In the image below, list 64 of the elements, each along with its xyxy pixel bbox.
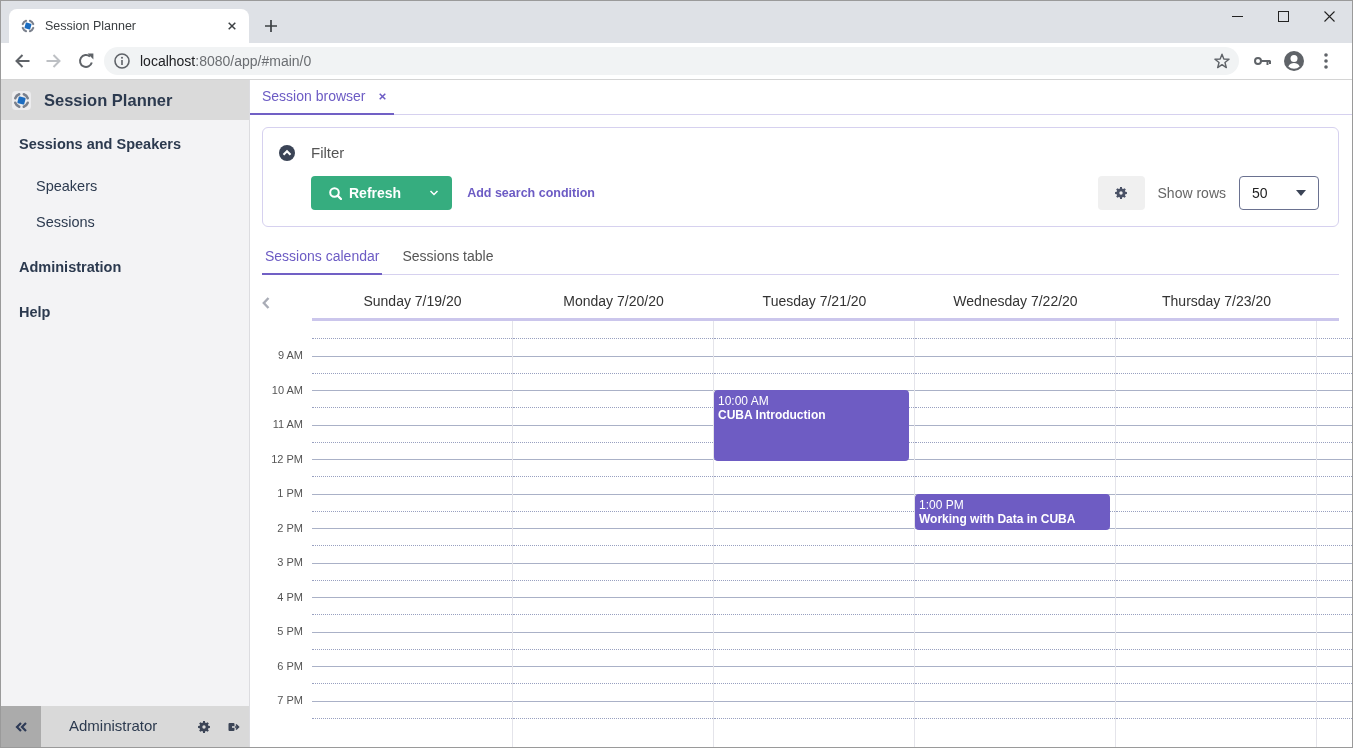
maximize-icon[interactable] — [1277, 10, 1289, 22]
settings-button[interactable] — [1097, 176, 1145, 210]
close-icon[interactable] — [1323, 10, 1335, 22]
event-time: 1:00 PM — [919, 497, 965, 512]
hour-label: 11 AM — [272, 417, 303, 433]
chevron-circle-icon[interactable] — [279, 145, 295, 161]
arrow-left-icon[interactable] — [14, 54, 30, 68]
app-title: Session Planner — [44, 89, 173, 111]
user-name: Administrator — [69, 716, 159, 737]
minimize-icon[interactable] — [1231, 15, 1243, 17]
caret-down-icon — [1296, 190, 1306, 196]
menu-icon[interactable] — [1324, 53, 1328, 69]
hour-label: 12 PM — [271, 451, 303, 467]
menu-group[interactable]: Help — [1, 295, 249, 331]
info-icon[interactable] — [114, 53, 130, 69]
circular-arrow-icon[interactable] — [78, 53, 94, 69]
hour-label: 9 AM — [277, 348, 303, 364]
hour-label: 6 PM — [277, 658, 303, 674]
browser-tab[interactable]: Session Planner — [9, 9, 249, 43]
logo-icon — [12, 90, 31, 110]
hour-label: 2 PM — [277, 520, 303, 536]
view-tab[interactable]: Sessions calendar — [262, 240, 383, 275]
logout-icon[interactable] — [228, 721, 240, 732]
event-title: CUBA Introduction — [718, 408, 827, 422]
menu-item[interactable]: Sessions — [1, 205, 249, 241]
logo-icon — [20, 18, 36, 34]
day-header: Sunday 7/19/20 — [362, 292, 463, 311]
double-chevron-left-icon — [15, 721, 27, 732]
close-icon[interactable] — [378, 93, 386, 100]
day-header: Monday 7/20/20 — [562, 292, 665, 311]
chevron-down-icon — [429, 190, 440, 196]
hour-label: 7 PM — [277, 693, 303, 709]
close-icon[interactable] — [228, 22, 236, 30]
hour-label: 4 PM — [277, 589, 303, 605]
key-icon[interactable] — [1253, 56, 1271, 66]
hour-label: 1 PM — [277, 486, 303, 502]
calendar-event[interactable]: 10:00 AM CUBA Introduction — [714, 390, 909, 461]
rows-select[interactable]: 50 — [1239, 176, 1319, 210]
search-icon — [329, 186, 342, 200]
day-header: Wednesday 7/22/20 — [952, 292, 1079, 311]
refresh-dropdown-button[interactable] — [416, 176, 453, 210]
settings-icon — [1115, 187, 1128, 199]
hour-label: 3 PM — [277, 555, 303, 571]
menu-group[interactable]: Sessions and Speakers — [1, 127, 249, 163]
day-header: Tuesday 7/21/20 — [761, 292, 868, 311]
day-header: Thursday 7/23/20 — [1161, 292, 1272, 311]
settings-icon[interactable] — [198, 720, 210, 733]
calendar-event[interactable]: 1:00 PM Working with Data in CUBA — [915, 493, 1110, 530]
address-bar[interactable]: localhost:8080/app/#main/0 — [104, 47, 1239, 75]
show-rows-label: Show rows — [1157, 183, 1226, 203]
menu-item[interactable]: Speakers — [1, 169, 249, 205]
filter-title: Filter — [311, 142, 345, 163]
collapse-sidebar-button[interactable] — [1, 706, 41, 747]
add-search-condition-link[interactable]: Add search condition — [467, 183, 595, 203]
event-title: Working with Data in CUBA — [919, 511, 1077, 526]
user-icon[interactable] — [1284, 51, 1304, 71]
plus-icon[interactable] — [265, 20, 277, 32]
event-time: 10:00 AM — [718, 394, 770, 408]
menu-group[interactable]: Administration — [1, 250, 249, 286]
view-tab[interactable]: Sessions table — [399, 240, 497, 275]
main-tab[interactable]: Session browser — [250, 80, 394, 115]
star-icon[interactable] — [1214, 53, 1230, 69]
hour-label: 10 AM — [271, 382, 303, 398]
hour-label: 5 PM — [277, 624, 303, 640]
